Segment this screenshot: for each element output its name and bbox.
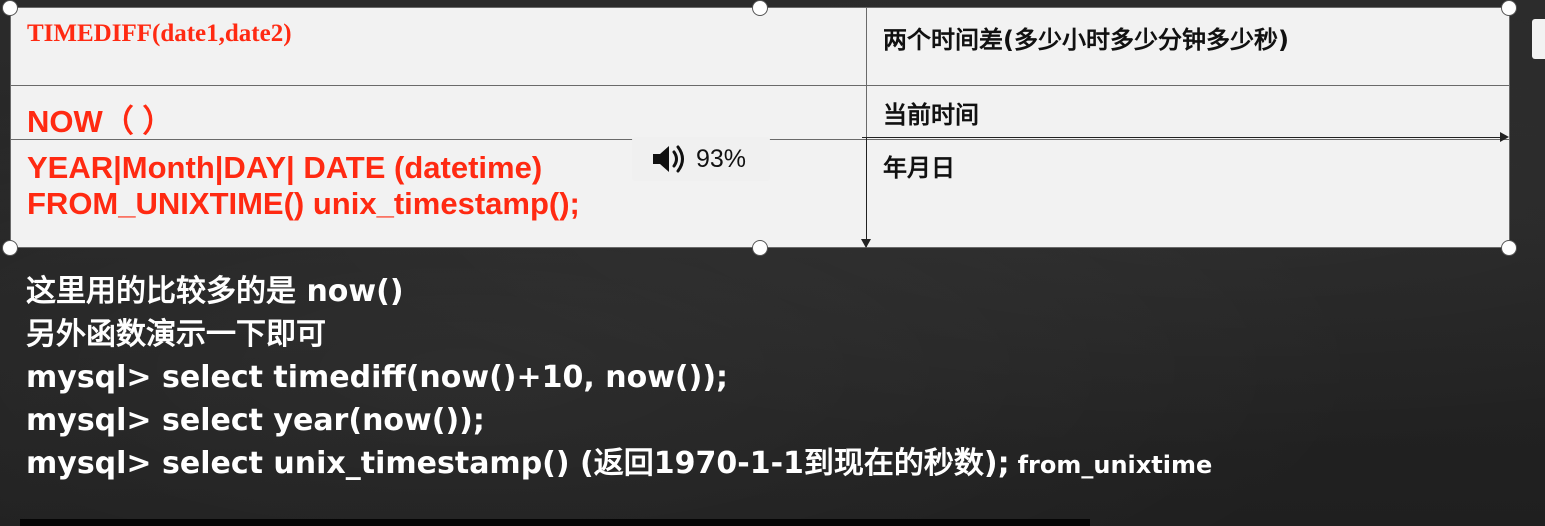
function-table[interactable]: TIMEDIFF(date1,date2) 两个时间差(多少小时多少分钟多少秒)… <box>10 7 1510 248</box>
resize-handle-bottom-right[interactable] <box>1501 240 1517 256</box>
note-line: 另外函数演示一下即可 <box>26 317 326 352</box>
resize-handle-bottom[interactable] <box>752 240 768 256</box>
sql-example-line: mysql> select timediff(now()+10, now()); <box>26 360 729 395</box>
resize-handle-top-right[interactable] <box>1501 0 1517 16</box>
volume-overlay: 93% <box>632 137 770 181</box>
resize-handle-top-left[interactable] <box>2 0 18 16</box>
volume-level: 93% <box>696 145 747 173</box>
resize-handle-bottom-left[interactable] <box>2 240 18 256</box>
annotation-arrow-line <box>866 137 867 241</box>
function-description: 两个时间差(多少小时多少分钟多少秒) <box>883 26 1289 54</box>
table-row: NOW（ ） 当前时间 <box>11 86 1509 140</box>
bottom-bar <box>20 519 1090 526</box>
speaker-icon <box>650 143 690 180</box>
function-name: TIMEDIFF(date1,date2) <box>27 20 292 47</box>
function-name: FROM_UNIXTIME() unix_timestamp(); <box>27 186 580 221</box>
side-panel-tab[interactable] <box>1532 19 1545 59</box>
arrow-down-icon <box>861 239 871 248</box>
note-suffix: from_unixtime <box>1017 451 1213 479</box>
notes-text: 这里用的比较多的是 now() 另外函数演示一下即可 mysql> select… <box>26 270 1212 487</box>
function-description: 年月日 <box>883 154 955 182</box>
arrow-right-icon <box>1500 132 1509 142</box>
function-name: NOW（ ） <box>27 104 174 139</box>
note-line: 这里用的比较多的是 now() <box>26 274 404 309</box>
annotation-arrow-line <box>862 137 1502 138</box>
sql-example-text: mysql> select unix_timestamp() (返回1970-1… <box>26 446 1010 481</box>
resize-handle-top[interactable] <box>752 0 768 16</box>
sql-example-line: mysql> select year(now()); <box>26 403 485 438</box>
function-name: YEAR|Month|DAY| DATE (datetime) <box>27 150 543 185</box>
sql-example-line: mysql> select unix_timestamp() (返回1970-1… <box>26 442 1212 487</box>
function-description: 当前时间 <box>883 101 979 129</box>
table-row: TIMEDIFF(date1,date2) 两个时间差(多少小时多少分钟多少秒) <box>11 8 1509 86</box>
